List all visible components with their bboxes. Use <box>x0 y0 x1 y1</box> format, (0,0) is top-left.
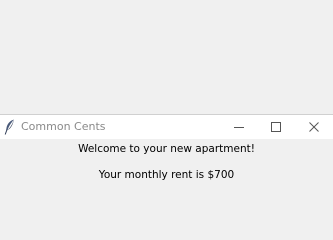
welcome-label: Welcome to your new apartment! <box>78 143 255 155</box>
close-button[interactable] <box>295 115 333 139</box>
title-bar[interactable]: Common Cents <box>0 115 333 139</box>
desktop-background <box>0 0 333 115</box>
maximize-icon <box>271 122 281 132</box>
minimize-icon <box>234 127 244 128</box>
app-window: Common Cents Welcome to your new apartme… <box>0 114 333 223</box>
window-title: Common Cents <box>21 120 106 133</box>
rent-label: Your monthly rent is $700 <box>98 169 235 181</box>
minimize-button[interactable] <box>220 115 258 139</box>
maximize-button[interactable] <box>257 115 295 139</box>
window-content: Welcome to your new apartment! Your mont… <box>0 139 333 223</box>
feather-icon <box>4 119 16 135</box>
close-icon <box>309 122 319 132</box>
